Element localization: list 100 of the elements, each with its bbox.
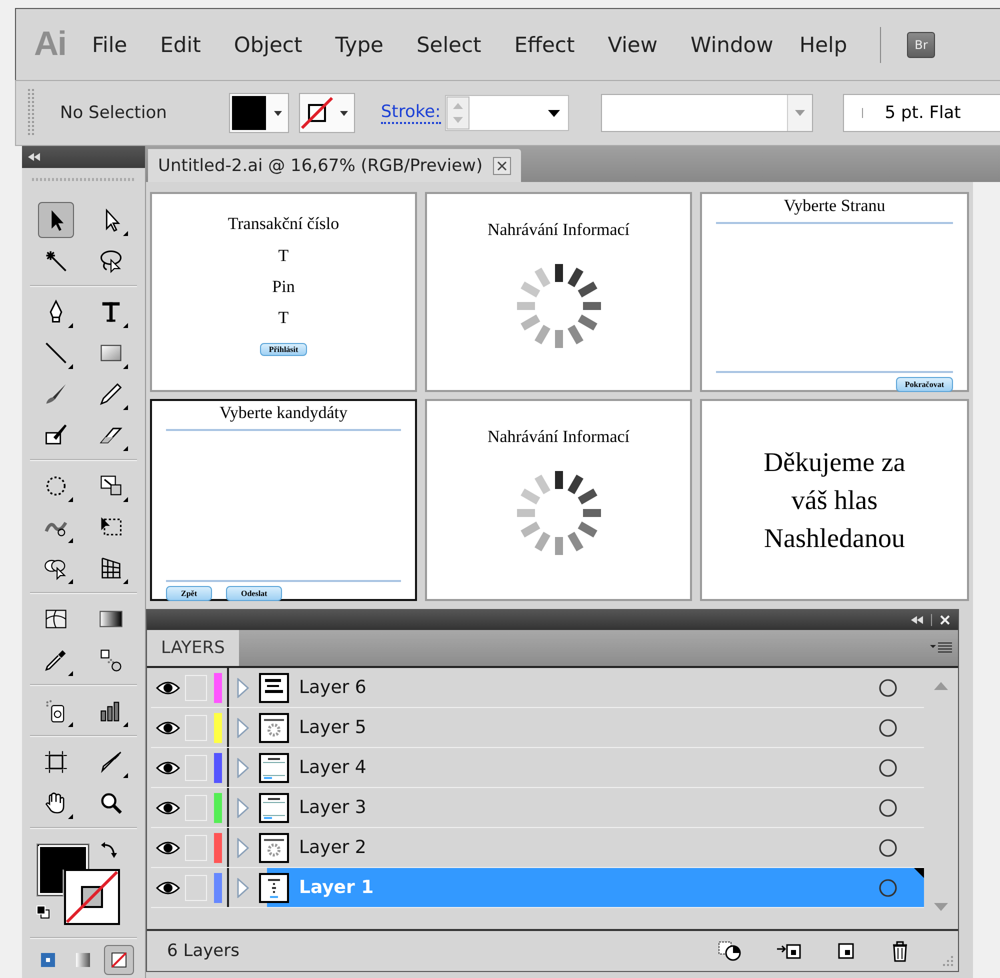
message-text: Děkujeme za [764,446,906,479]
layer-thumbnail [259,752,289,782]
stroke-style-field[interactable]: 5 pt. Flat [842,94,1000,132]
default-colors-icon[interactable] [36,905,50,919]
document-tab[interactable]: Untitled-2.ai @ 16,67% (RGB/Preview) [148,149,521,182]
resize-grip-icon[interactable] [942,955,954,967]
artboard-icon [42,748,69,774]
selection-tool[interactable] [38,202,74,238]
target-circle-icon[interactable] [878,878,898,898]
expand-icon[interactable] [237,718,249,738]
target-circle-icon[interactable] [878,718,898,738]
artboard-title: Vyberte Stranu [784,196,886,216]
mockup-button: Přihlásit [260,343,308,356]
field-label: T [278,245,289,267]
caret-icon[interactable] [274,110,282,116]
artboard-title: Nahrávání Informací [487,220,630,240]
menu-item[interactable]: Effect [514,32,575,56]
eye-icon[interactable] [156,840,180,856]
layer-thumbnail [259,872,289,902]
stroke-swatch[interactable] [298,93,355,133]
target-circle-icon[interactable] [878,838,898,858]
eye-icon[interactable] [156,680,180,696]
gradient-mode-icon [74,951,92,969]
layer-count: 6 Layers [167,941,240,961]
mockup-button: Zpět [166,586,212,601]
trash-icon[interactable] [890,940,910,962]
artboard-title: Vyberte kandydáty [220,403,348,423]
stroke-color-swatch[interactable] [64,869,120,925]
caret-icon[interactable] [548,110,560,116]
bridge-button[interactable]: Br [907,32,936,58]
menu-item[interactable]: Select [416,32,482,56]
pencil-icon [98,380,124,406]
target-circle-icon[interactable] [878,678,898,698]
artboard[interactable]: Vyberte Stranu Pokračovat [700,192,969,392]
spinner-icon [514,262,602,350]
artboard-title: Transakční číslo [228,214,340,234]
mockup-button: Pokračovat [896,377,953,392]
artboard-title: Nahrávání Informací [487,427,630,447]
menu-item[interactable]: View [608,32,658,56]
line-icon [42,340,69,366]
panel-menu-icon[interactable] [930,642,952,654]
lock-toggle[interactable] [185,874,207,900]
target-circle-icon[interactable] [878,758,898,778]
collapse-icon[interactable] [28,153,40,161]
expand-icon[interactable] [237,758,249,778]
layer-thumbnail [259,672,289,702]
eye-icon[interactable] [156,880,180,896]
expand-icon[interactable] [237,678,249,698]
swap-arrow-icon[interactable] [100,841,118,859]
artboard[interactable]: Vyberte kandydáty Zpět Odeslat [150,399,417,601]
menu-item[interactable]: Type [335,32,384,56]
artboard[interactable]: Nahrávání Informací [425,192,692,392]
artboard[interactable]: Nahrávání Informací [425,399,692,601]
collapse-icon[interactable] [911,616,923,624]
layer-name: Layer 6 [299,677,368,698]
none-mode-button[interactable] [104,945,134,975]
eye-icon[interactable] [156,800,180,816]
artboard[interactable]: Děkujeme za váš hlas Nashledanou [700,399,969,601]
menu-item[interactable]: Object [234,32,302,56]
layer-name: Layer 4 [299,757,368,778]
lock-toggle[interactable] [185,714,207,740]
caret-icon[interactable] [340,110,348,116]
eye-icon[interactable] [156,720,180,736]
grip-icon [28,89,34,137]
layers-tab[interactable]: LAYERS [147,630,239,666]
stroke-link[interactable]: Stroke: [380,102,441,124]
target-circle-icon[interactable] [878,798,898,818]
lock-toggle[interactable] [185,754,207,780]
layer-thumbnail [259,832,289,862]
stroke-weight-field[interactable] [444,95,569,131]
selection-status: No Selection [60,103,167,123]
color-mode-icon [38,951,57,969]
expand-icon[interactable] [237,838,249,858]
expand-icon[interactable] [237,878,249,898]
lock-toggle[interactable] [185,674,207,700]
close-icon[interactable] [492,156,511,174]
lasso-icon [98,248,124,274]
layer-name: Layer 2 [299,837,368,858]
none-mode-icon [110,951,128,969]
field-label: Pin [272,276,295,298]
lock-toggle[interactable] [185,794,207,820]
expand-icon[interactable] [237,798,249,818]
menu-item[interactable]: Help [799,32,848,56]
layer-name: Layer 3 [299,797,368,818]
layer-thumbnail [259,792,289,822]
fill-swatch[interactable] [228,93,289,133]
lock-toggle[interactable] [185,834,207,860]
locate-object-icon[interactable] [718,941,742,961]
message-text: váš hlas [791,484,878,517]
layer-name: Layer 5 [299,717,368,738]
artboard[interactable]: Transakční číslo T Pin T Přihlásit [150,192,417,392]
new-sublayer-icon[interactable] [836,941,856,961]
blob-brush-icon [42,422,69,448]
menu-item[interactable]: Window [690,32,774,56]
app-logo: Ai [34,25,66,64]
eye-icon[interactable] [156,760,180,776]
layer-name: Layer 1 [299,877,375,898]
menu-item[interactable]: Edit [160,32,201,56]
menu-item[interactable]: File [92,32,128,56]
mockup-button: Odeslat [226,586,282,601]
